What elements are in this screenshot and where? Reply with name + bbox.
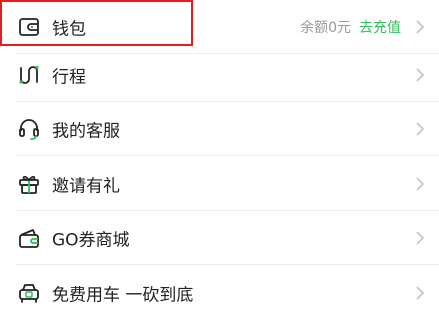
- car-icon: [16, 280, 42, 306]
- chevron-right-icon: [416, 20, 425, 34]
- menu-item-label: 我的客服: [52, 121, 120, 142]
- coupon-wallet-icon: [16, 225, 42, 251]
- headset-icon: [16, 116, 42, 142]
- wallet-icon: [16, 14, 42, 40]
- menu-item-label: GO券商城: [52, 230, 130, 251]
- wallet-balance: 余额0元: [300, 20, 351, 36]
- recharge-link[interactable]: 去充值: [359, 20, 401, 36]
- chevron-right-icon: [416, 68, 425, 82]
- chevron-right-icon: [416, 286, 425, 300]
- menu-item-trips[interactable]: 行程: [0, 48, 439, 102]
- menu-item-label: 免费用车 一砍到底: [52, 285, 194, 306]
- account-menu-list: 钱包 余额0元 去充值 行程 我的客服 邀请有礼 GO券商城 免费用车 一砍到底: [0, 0, 439, 315]
- menu-item-customer-service[interactable]: 我的客服: [0, 102, 439, 156]
- wallet-info: 余额0元 去充值: [300, 17, 401, 37]
- route-icon: [16, 62, 42, 88]
- chevron-right-icon: [416, 177, 425, 191]
- gift-icon: [16, 171, 42, 197]
- menu-item-coupon-mall[interactable]: GO券商城: [0, 211, 439, 265]
- menu-item-invite[interactable]: 邀请有礼: [0, 157, 439, 211]
- chevron-right-icon: [416, 122, 425, 136]
- menu-item-wallet[interactable]: 钱包 余额0元 去充值: [0, 0, 439, 54]
- chevron-right-icon: [416, 231, 425, 245]
- menu-item-free-ride[interactable]: 免费用车 一砍到底: [0, 266, 439, 315]
- menu-item-label: 行程: [52, 67, 86, 88]
- menu-item-label: 邀请有礼: [52, 176, 120, 197]
- menu-item-label: 钱包: [52, 19, 86, 40]
